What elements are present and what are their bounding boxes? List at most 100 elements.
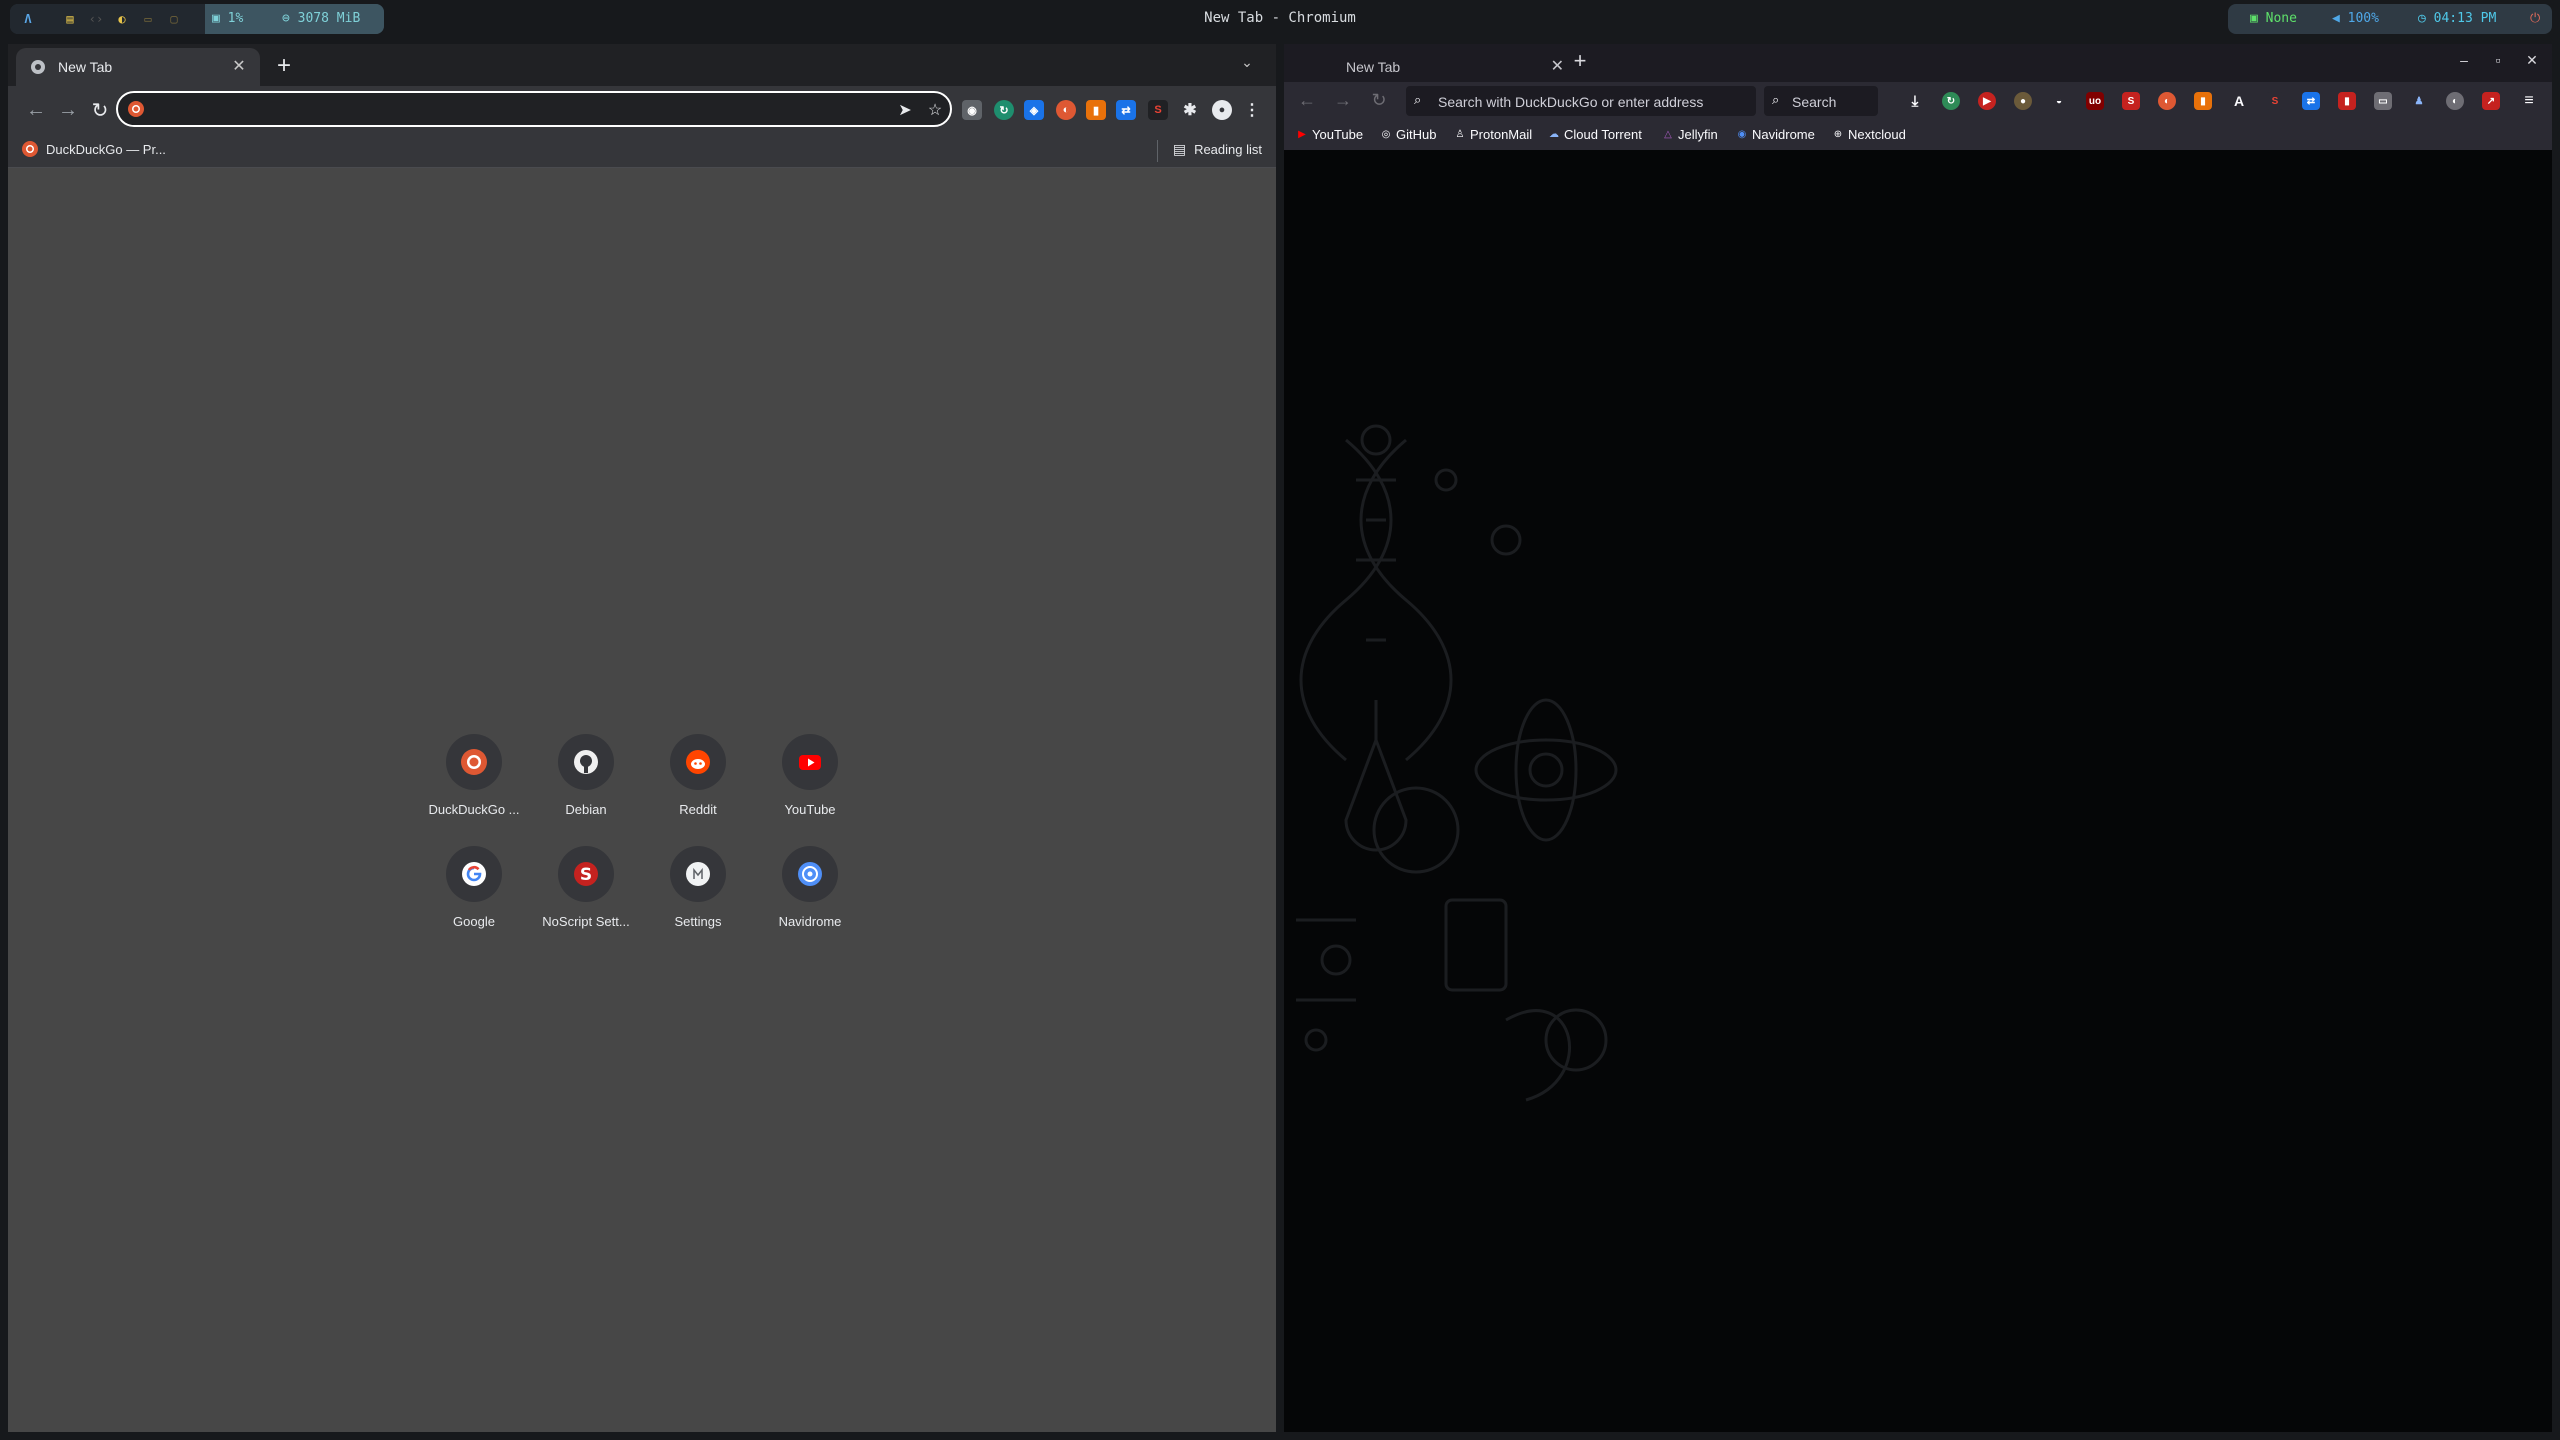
maximize-icon[interactable]: ▫: [2488, 52, 2508, 72]
bookmark-label: Jellyfin: [1678, 127, 1718, 142]
close-tab-icon[interactable]: ✕: [1551, 56, 1564, 76]
shortcut-icon-container: S: [558, 846, 614, 902]
settings-icon: [686, 862, 710, 886]
back-button[interactable]: ←: [1296, 90, 1318, 112]
shortcut-icon-container: [670, 734, 726, 790]
duckduckgo-icon: [461, 749, 487, 775]
font-extension-icon[interactable]: A: [2230, 92, 2248, 110]
duckduckgo-extension-icon[interactable]: ◐: [2158, 92, 2176, 110]
clock[interactable]: ◷ 04:13 PM: [2418, 11, 2496, 26]
stylus-extension-icon[interactable]: S: [2122, 92, 2140, 110]
address-bar[interactable]: ⌕: [1406, 86, 1756, 116]
omnibox[interactable]: ➤ ☆: [116, 91, 952, 127]
bitwarden-icon[interactable]: ◈: [1024, 100, 1044, 120]
chromium-menu-icon[interactable]: ⋮: [1242, 100, 1262, 120]
shortcut-debian[interactable]: Debian: [530, 734, 642, 846]
network-status[interactable]: ▣ None: [2250, 11, 2297, 26]
youtube-icon: ▶: [1298, 129, 1306, 140]
back-button[interactable]: ←: [24, 98, 48, 122]
volume-icon: ◀: [2332, 11, 2340, 26]
hamburger-menu-icon[interactable]: ≡: [2520, 92, 2538, 110]
shortcut-icon-container: [446, 846, 502, 902]
bookmark-duckduckgo[interactable]: DuckDuckGo — Pr...: [22, 141, 166, 157]
minimize-icon[interactable]: –: [2454, 52, 2474, 72]
bookmark-github[interactable]: ◎ GitHub: [1380, 127, 1437, 142]
trash-extension-icon[interactable]: ▮: [2194, 92, 2212, 110]
translate-extension-icon[interactable]: ⇄: [2302, 92, 2320, 110]
shortcut-navidrome[interactable]: Navidrome: [754, 846, 866, 958]
youtube-extension-icon[interactable]: ▶: [1978, 92, 1996, 110]
close-window-icon[interactable]: ✕: [2522, 52, 2542, 72]
user-extension-icon[interactable]: ♟: [2410, 92, 2428, 110]
search-icon: ⌕: [1414, 92, 1422, 107]
tab-search-chevron-icon[interactable]: ⌄: [1236, 54, 1258, 76]
shortcut-settings[interactable]: Settings: [642, 846, 754, 958]
forward-button[interactable]: →: [56, 98, 80, 122]
bookmark-cloud-torrent[interactable]: ☁ Cloud Torrent: [1548, 127, 1642, 142]
navidrome-icon: [798, 862, 822, 886]
shortcut-icon-container: [446, 734, 502, 790]
ublock-origin-icon[interactable]: uo: [2086, 92, 2104, 110]
ghost-extension-icon[interactable]: ◒: [2050, 92, 2068, 110]
shortcut-icon-container: [782, 846, 838, 902]
bookmark-label: DuckDuckGo — Pr...: [46, 141, 166, 157]
refresh-extension-icon[interactable]: ↻: [994, 100, 1014, 120]
close-tab-icon[interactable]: ✕: [228, 55, 250, 77]
protonmail-icon: ♙: [1455, 129, 1465, 140]
omnibox-input[interactable]: [154, 99, 854, 119]
container-extension-icon[interactable]: ▭: [2374, 92, 2392, 110]
bookmarks-divider: [1157, 140, 1158, 162]
noscript-extension-icon[interactable]: S: [1148, 100, 1168, 120]
send-tab-icon[interactable]: ➤: [894, 99, 916, 121]
window-title: New Tab - Chromium: [1204, 10, 1356, 26]
shortcut-youtube[interactable]: YouTube: [754, 734, 866, 846]
extensions-puzzle-icon[interactable]: ✱: [1180, 100, 1200, 120]
cookie-extension-icon[interactable]: ●: [2014, 92, 2032, 110]
clock-icon: ◷: [2418, 11, 2426, 26]
reload-button[interactable]: ↻: [1368, 90, 1390, 112]
firefox-bookmarks-bar: ▶ YouTube ◎ GitHub ♙ ProtonMail ☁ Cloud …: [1284, 120, 2552, 150]
pdf-extension-icon[interactable]: ↗: [2482, 92, 2500, 110]
new-tab-button[interactable]: +: [1566, 48, 1594, 76]
bookmark-navidrome[interactable]: ◉ Navidrome: [1736, 127, 1815, 142]
shortcut-google[interactable]: Google: [418, 846, 530, 958]
duckduckgo-extension-icon[interactable]: ◐: [1056, 100, 1076, 120]
chromium-tab-new-tab[interactable]: New Tab ✕: [16, 48, 260, 86]
tab-title: New Tab: [58, 59, 113, 75]
account-extension-icon[interactable]: ◐: [2446, 92, 2464, 110]
navidrome-icon: ◉: [1737, 129, 1747, 140]
trash-extension-icon[interactable]: ▮: [1086, 100, 1106, 120]
search-input[interactable]: [1792, 93, 1872, 111]
profile-avatar-icon[interactable]: ●: [1212, 100, 1232, 120]
firefox-tab-new-tab[interactable]: New Tab ✕: [1330, 48, 1574, 82]
bookmark-jellyfin[interactable]: △ Jellyfin: [1662, 127, 1718, 142]
reading-list-button[interactable]: ▤ Reading list: [1173, 141, 1262, 158]
translate-extension-icon[interactable]: ⇄: [1116, 100, 1136, 120]
volume-status[interactable]: ◀ 100%: [2332, 11, 2379, 26]
downloads-icon[interactable]: ⤓: [1906, 92, 1924, 110]
bookmark-protonmail[interactable]: ♙ ProtonMail: [1454, 127, 1533, 142]
tab-title: New Tab: [1346, 59, 1401, 75]
chromium-toolbar: ← → ↻ ➤ ☆ ◉ ↻ ◈ ◐ ▮ ⇄ S ✱ ● ⋮: [8, 86, 1276, 134]
shortcut-reddit[interactable]: Reddit: [642, 734, 754, 846]
noscript-extension-icon[interactable]: S: [2266, 92, 2284, 110]
shortcut-label: Settings: [674, 914, 722, 929]
refresh-extension-icon[interactable]: ↻: [1942, 92, 1960, 110]
chromium-bookmarks-bar: DuckDuckGo — Pr... ▤ Reading list: [8, 134, 1276, 168]
new-tab-button[interactable]: +: [270, 52, 298, 80]
address-input[interactable]: [1438, 93, 1738, 111]
shield-extension-icon[interactable]: ▮: [2338, 92, 2356, 110]
privacy-badger-icon[interactable]: ◉: [962, 100, 982, 120]
bookmark-youtube[interactable]: ▶ YouTube: [1296, 127, 1363, 142]
search-bar[interactable]: ⌕: [1764, 86, 1878, 116]
power-icon[interactable]: ⏻: [2530, 11, 2540, 26]
bookmark-nextcloud[interactable]: ⊕ Nextcloud: [1832, 127, 1906, 142]
shortcut-duckduckgo[interactable]: DuckDuckGo ...: [418, 734, 530, 846]
shortcut-noscript-settings[interactable]: S NoScript Sett...: [530, 846, 642, 958]
network-value: None: [2265, 11, 2297, 26]
globe-icon: ⊕: [1833, 129, 1843, 140]
forward-button[interactable]: →: [1332, 90, 1354, 112]
firefox-toolbar: ← → ↻ ⌕ ⌕ ⤓ ↻ ▶ ● ◒ uo S ◐ ▮ A S ⇄ ▮ ▭ ♟…: [1284, 82, 2552, 120]
bookmark-star-icon[interactable]: ☆: [924, 99, 946, 121]
reload-button[interactable]: ↻: [88, 98, 112, 122]
